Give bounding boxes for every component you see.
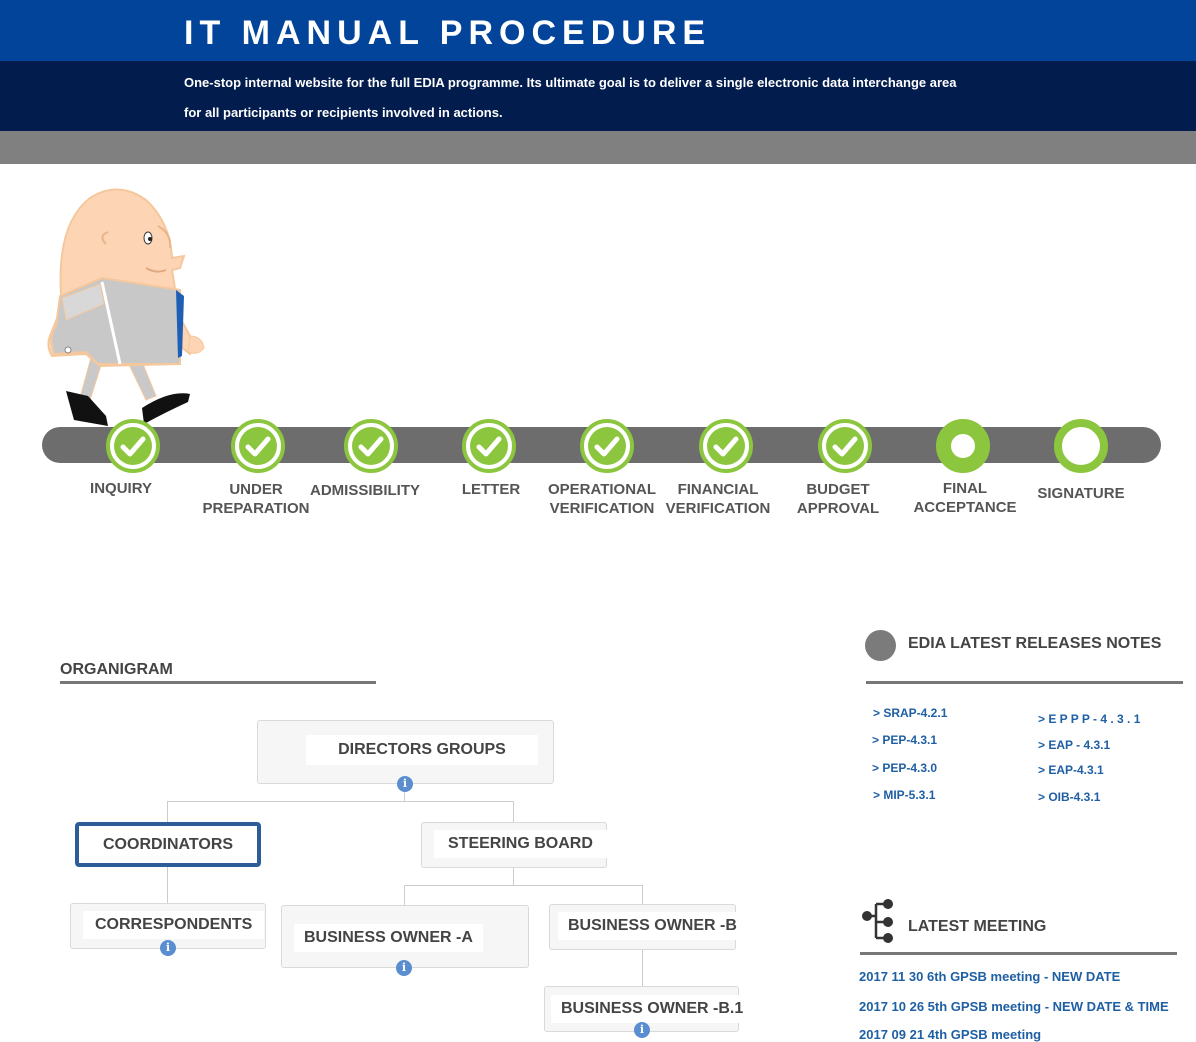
info-icon[interactable]: i — [396, 960, 412, 976]
org-node-label: BUSINESS OWNER -B.1 — [551, 995, 754, 1023]
step-label: LETTER — [462, 480, 520, 499]
step-label-line: FINANCIAL — [677, 481, 759, 498]
meeting-title-underline — [860, 952, 1177, 955]
check-icon — [826, 427, 864, 465]
releases-title: EDIA LATEST RELEASES NOTES — [908, 635, 1162, 652]
check-icon — [352, 427, 390, 465]
info-icon[interactable]: i — [160, 940, 176, 956]
release-link[interactable]: > MIP-5.3.1 — [873, 788, 935, 802]
connector-line — [167, 801, 168, 823]
step-done-indicator[interactable] — [462, 419, 516, 473]
step-done-indicator[interactable] — [699, 419, 753, 473]
meeting-link[interactable]: 2017 10 26 5th GPSB meeting - NEW DATE &… — [859, 999, 1169, 1014]
org-node-directors-groups[interactable]: DIRECTORS GROUPS — [257, 720, 554, 784]
header-description-line-2: for all participants or recipients invol… — [184, 105, 503, 120]
step-label-line: INQUIRY — [90, 480, 152, 497]
org-node-business-owner-b[interactable]: BUSINESS OWNER -B — [549, 904, 747, 950]
header-subtitle-band — [0, 61, 1196, 131]
org-node-steering-board[interactable]: STEERING BOARD — [421, 822, 607, 868]
organigram-title: ORGANIGRAM — [60, 661, 173, 678]
step-label-line: OPERATIONAL — [547, 481, 657, 498]
check-icon — [239, 427, 277, 465]
step-pending-indicator[interactable] — [1054, 419, 1108, 473]
step-label-line: APPROVAL — [796, 500, 880, 517]
release-link[interactable]: > EAP-4.3.1 — [1038, 763, 1104, 777]
step-label: FINANCIAL VERIFICATION — [666, 480, 771, 518]
info-icon[interactable]: i — [397, 776, 413, 792]
step-done-indicator[interactable] — [231, 419, 285, 473]
step-label-line: FINAL — [942, 480, 988, 497]
check-icon — [588, 427, 626, 465]
step-label-line: SIGNATURE — [1037, 485, 1125, 502]
step-label: FINAL ACCEPTANCE — [913, 479, 1016, 517]
meeting-title: LATEST MEETING — [908, 918, 1047, 935]
organigram-title-underline — [60, 681, 376, 684]
step-label: SIGNATURE — [1037, 484, 1124, 503]
step-label-line: LETTER — [461, 481, 521, 498]
hierarchy-icon — [862, 899, 893, 943]
connector-line — [404, 885, 405, 906]
check-icon — [707, 427, 745, 465]
release-link[interactable]: > E P P P - 4 . 3 . 1 — [1038, 712, 1140, 726]
step-current-indicator[interactable] — [936, 419, 990, 473]
page-title: IT MANUAL PROCEDURE — [184, 14, 712, 52]
step-done-indicator[interactable] — [818, 419, 872, 473]
org-node-coordinators[interactable]: COORDINATORS — [75, 822, 261, 867]
check-icon — [470, 427, 508, 465]
step-label-line: UNDER — [229, 481, 283, 498]
org-node-label: BUSINESS OWNER -A — [294, 924, 483, 952]
release-link[interactable]: > PEP-4.3.1 — [872, 733, 937, 747]
walking-man-illustration — [47, 188, 205, 426]
circle-bullet-icon — [865, 630, 896, 661]
connector-line — [167, 801, 514, 802]
step-label-line: VERIFICATION — [665, 500, 771, 517]
step-label: UNDER PREPARATION — [203, 480, 310, 518]
step-label: INQUIRY — [90, 479, 152, 498]
connector-line — [513, 801, 514, 823]
connector-line — [642, 885, 643, 906]
connector-line — [404, 885, 643, 886]
step-label: BUDGET APPROVAL — [797, 480, 879, 518]
meeting-link[interactable]: 2017 11 30 6th GPSB meeting - NEW DATE — [859, 969, 1120, 984]
step-done-indicator[interactable] — [344, 419, 398, 473]
check-icon — [114, 427, 152, 465]
step-label-line: VERIFICATION — [549, 500, 655, 517]
step-label: OPERATIONAL VERIFICATION — [548, 480, 656, 518]
connector-line — [642, 949, 643, 986]
current-step-ring — [949, 432, 977, 460]
release-link[interactable]: > SRAP-4.2.1 — [873, 706, 947, 720]
org-node-label: STEERING BOARD — [434, 830, 607, 858]
releases-title-underline — [866, 681, 1183, 684]
org-node-label: DIRECTORS GROUPS — [306, 735, 538, 765]
org-node-label: COORDINATORS — [93, 832, 244, 858]
step-done-indicator[interactable] — [580, 419, 634, 473]
info-icon[interactable]: i — [634, 1022, 650, 1038]
step-label-line: ACCEPTANCE — [913, 499, 1017, 516]
connector-line — [513, 868, 514, 885]
connector-line — [167, 866, 168, 904]
org-node-label: CORRESPONDENTS — [83, 911, 265, 939]
release-link[interactable]: > PEP-4.3.0 — [872, 761, 937, 775]
header-description-line-1: One-stop internal website for the full E… — [184, 75, 957, 90]
step-label-line: ADMISSIBILITY — [309, 482, 421, 499]
release-link[interactable]: > OIB-4.3.1 — [1038, 790, 1100, 804]
step-done-indicator[interactable] — [106, 419, 160, 473]
header-divider-band — [0, 131, 1196, 164]
org-node-business-owner-a[interactable]: BUSINESS OWNER -A — [281, 905, 529, 968]
release-link[interactable]: > EAP - 4.3.1 — [1038, 738, 1110, 752]
step-label-line: PREPARATION — [202, 500, 310, 517]
step-label: ADMISSIBILITY — [310, 481, 420, 500]
step-label-line: BUDGET — [806, 481, 870, 498]
org-node-label: BUSINESS OWNER -B — [558, 912, 747, 940]
